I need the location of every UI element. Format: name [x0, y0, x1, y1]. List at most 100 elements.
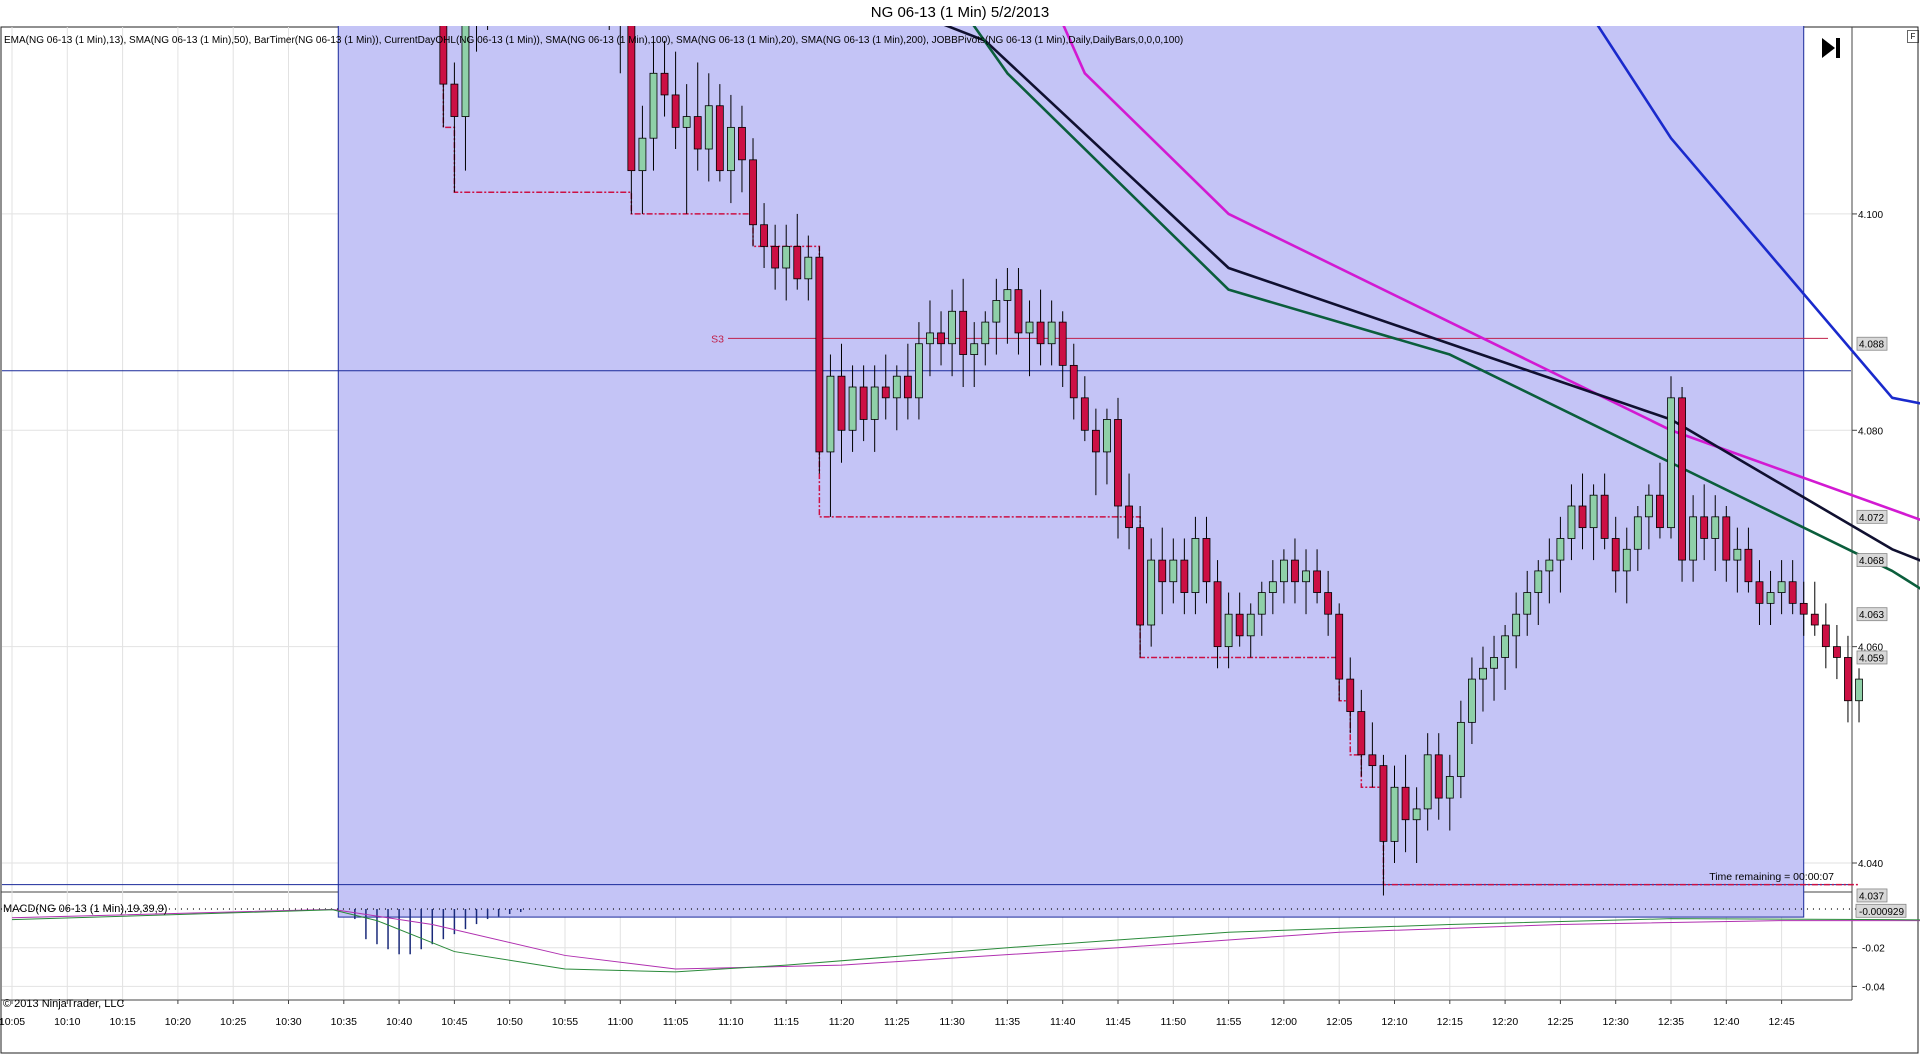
candle-up	[1224, 613, 1233, 648]
candle-up	[1711, 516, 1720, 539]
price-marker-label: 4.068	[1859, 556, 1884, 567]
x-tick-label: 11:40	[1050, 1016, 1076, 1028]
x-tick-label: 11:50	[1161, 1016, 1187, 1028]
candle-up	[1567, 505, 1576, 539]
candle-up	[1147, 559, 1156, 626]
candle-down	[749, 159, 757, 226]
candle-down	[1600, 494, 1609, 539]
price-marker-label: 4.072	[1859, 513, 1884, 524]
copyright-text: © 2013 NinjaTrader, LLC	[3, 998, 124, 1010]
candle-up	[1534, 570, 1543, 593]
candle-up	[1047, 321, 1056, 345]
candle-up	[704, 105, 713, 150]
x-tick-label: 11:05	[663, 1016, 689, 1028]
candle-down	[1036, 321, 1045, 345]
x-tick-label: 10:55	[552, 1016, 578, 1028]
trade-zone-rectangle	[337, 0, 1805, 918]
candle-up	[848, 386, 857, 431]
candle-up	[1103, 419, 1111, 453]
x-tick-label: 12:25	[1547, 1016, 1573, 1028]
candle-up	[1268, 581, 1277, 593]
candle-up	[1523, 592, 1532, 615]
candle-up	[1280, 559, 1288, 583]
macd-y-tick-label: -0.02	[1862, 944, 1885, 955]
candle-down	[1136, 527, 1145, 626]
candle-down	[715, 105, 724, 172]
candle-down	[1434, 754, 1443, 799]
candle-up	[727, 126, 735, 172]
candle-down	[1235, 613, 1244, 637]
chart-canvas[interactable]: S1MidS1S2MidS2S3MidS3 Entry2 @ 4.245Targ…	[0, 0, 1920, 1055]
candle-down	[1678, 397, 1686, 561]
candle-up	[1667, 397, 1675, 529]
candle-down	[627, 18, 636, 172]
candle-up	[1622, 548, 1631, 572]
x-tick-label: 11:30	[939, 1016, 965, 1028]
candle-up	[826, 375, 835, 453]
candle-up	[1246, 613, 1255, 637]
macd-signal-line	[11, 908, 1920, 970]
candle-down	[1346, 678, 1355, 712]
macd-legend: MACD(NG 06-13 (1 Min),19,39,9)	[3, 903, 167, 915]
candle-up	[981, 321, 990, 345]
candle-up	[870, 386, 879, 420]
y-tick-label: 4.100	[1858, 210, 1883, 221]
candle-up	[892, 375, 901, 399]
x-tick-label: 11:35	[995, 1016, 1021, 1028]
candle-down	[671, 94, 680, 128]
candle-down	[937, 332, 945, 345]
x-tick-label: 11:15	[773, 1016, 799, 1028]
candle-down	[1213, 581, 1222, 648]
candle-down	[959, 310, 968, 355]
x-tick-label: 10:50	[497, 1016, 523, 1028]
candle-down	[1091, 429, 1100, 453]
candle-up	[1479, 667, 1487, 680]
candle-up	[1191, 538, 1200, 593]
candle-up	[1445, 776, 1454, 799]
candle-down	[1202, 538, 1211, 583]
candle-down	[1755, 581, 1764, 604]
candle-down	[1611, 538, 1620, 572]
candle-up	[1733, 548, 1742, 561]
x-tick-label: 12:15	[1437, 1016, 1463, 1028]
candle-up	[970, 343, 979, 355]
x-tick-label: 12:35	[1658, 1016, 1684, 1028]
candle-up	[1302, 570, 1310, 583]
candle-up	[1456, 721, 1465, 777]
y-tick-label: 4.080	[1858, 426, 1883, 437]
candle-down	[1744, 548, 1753, 583]
time-axis[interactable]: 10:05 10:10 10:15 10:20 10:25 10:30 10:35 10:40…	[0, 1000, 1795, 1028]
candle-down	[903, 375, 912, 399]
chart-window-title: NG 06-13 (1 Min) 5/2/2013	[870, 4, 1050, 21]
candle-up	[1423, 754, 1432, 810]
x-tick-label: 11:25	[884, 1016, 910, 1028]
candle-up	[1777, 581, 1786, 593]
candle-down	[771, 245, 780, 269]
candle-up	[804, 256, 813, 280]
candle-up	[992, 300, 1001, 323]
candle-up	[948, 310, 956, 345]
candle-down	[1080, 397, 1089, 431]
indicator-legend: EMA(NG 06-13 (1 Min),13), SMA(NG 06-13 (…	[4, 35, 1183, 46]
macd-value-marker-label: -0.000929	[1859, 907, 1904, 918]
candle-up	[1644, 494, 1653, 518]
candle-down	[837, 375, 846, 431]
macd-y-tick-label: -0.04	[1862, 982, 1885, 993]
candle-up	[682, 116, 691, 128]
pivot-label: S3	[711, 333, 724, 345]
candle-up	[926, 332, 934, 345]
candle-up	[1689, 516, 1698, 561]
candle-up	[915, 343, 923, 399]
x-tick-label: 12:30	[1603, 1016, 1629, 1028]
price-axis[interactable]: 4.3204.3004.2804.2604.2404.2204.2004.180…	[1852, 0, 1888, 902]
candle-up	[1545, 559, 1554, 572]
time-remaining-text: Time remaining = 00:00:07	[1709, 871, 1834, 883]
candle-up	[1633, 516, 1642, 550]
skip-to-end-icon[interactable]	[1822, 38, 1840, 58]
candle-down	[1578, 505, 1587, 529]
candle-down	[815, 256, 824, 453]
macd-line	[11, 909, 1920, 973]
candle-down	[1844, 657, 1852, 702]
x-tick-label: 10:40	[386, 1016, 412, 1028]
candle-down	[450, 83, 459, 117]
